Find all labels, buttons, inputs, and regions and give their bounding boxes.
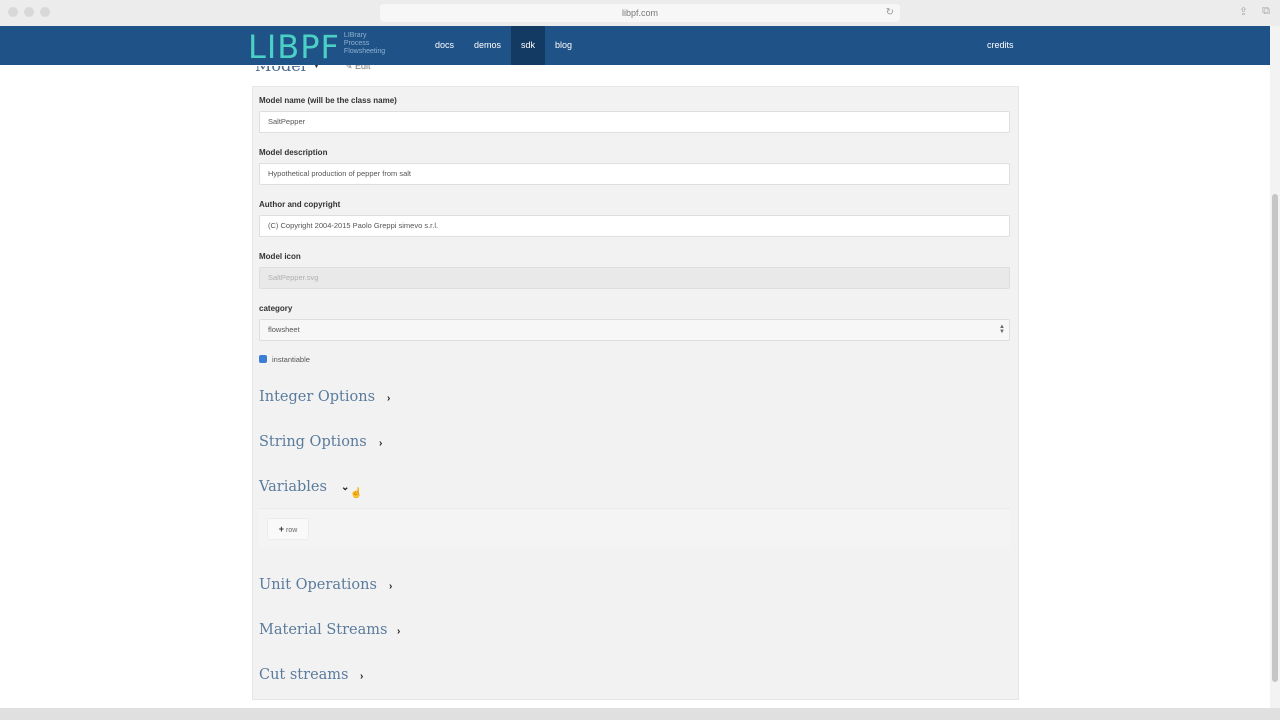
nav-link-sdk[interactable]: sdk bbox=[511, 26, 546, 65]
chevron-right-icon[interactable]: › bbox=[379, 438, 382, 449]
add-row-button[interactable]: + row bbox=[267, 518, 309, 540]
mouse-pointer-icon: ☝ bbox=[350, 488, 363, 499]
model-name-label: Model name (will be the class name) bbox=[259, 96, 397, 105]
chevron-down-icon[interactable]: ⌄ bbox=[341, 482, 349, 493]
site-logo[interactable]: LIBPF LIBrary Process Flowsheeting bbox=[248, 30, 385, 64]
logo-tagline-line-3: Flowsheeting bbox=[343, 48, 386, 55]
model-description-input[interactable]: Hypothetical production of pepper from s… bbox=[259, 163, 1010, 185]
tabs-icon[interactable]: ⧉ bbox=[1262, 5, 1270, 18]
variables-table-area bbox=[259, 508, 1010, 547]
model-name-input[interactable]: SaltPepper bbox=[259, 111, 1010, 133]
model-description-label: Model description bbox=[259, 148, 328, 157]
share-icon[interactable]: ⇪ bbox=[1239, 5, 1248, 18]
logo-tagline-line-1: LIBrary bbox=[343, 32, 367, 39]
nav-link-docs[interactable]: docs bbox=[425, 26, 464, 65]
author-copyright-label: Author and copyright bbox=[259, 200, 341, 209]
chevron-right-icon[interactable]: › bbox=[389, 581, 392, 592]
nav-link-blog[interactable]: blog bbox=[545, 26, 582, 65]
logo-text: LIBPF bbox=[248, 28, 340, 66]
add-row-label: row bbox=[285, 527, 298, 534]
chevron-right-icon[interactable]: › bbox=[387, 393, 390, 404]
category-select-value: flowsheet bbox=[268, 325, 300, 334]
select-arrows-icon: ▲ ▼ bbox=[999, 324, 1005, 335]
nav-link-credits[interactable]: credits bbox=[987, 26, 1014, 65]
chevron-right-icon[interactable]: › bbox=[397, 626, 400, 637]
variables-title: Variables bbox=[259, 479, 327, 495]
instantiable-label: instantiable bbox=[272, 355, 310, 364]
reload-icon[interactable]: ↻ bbox=[886, 4, 894, 22]
integer-options-title: Integer Options bbox=[259, 389, 376, 405]
string-options-title: String Options bbox=[259, 434, 367, 450]
model-icon-label: Model icon bbox=[259, 252, 301, 261]
window-controls bbox=[8, 7, 50, 17]
chevron-right-icon[interactable]: › bbox=[360, 671, 363, 682]
window-minimize-button[interactable] bbox=[24, 7, 34, 17]
instantiable-checkbox[interactable] bbox=[259, 355, 267, 363]
unit-operations-title: Unit Operations bbox=[259, 577, 377, 593]
model-icon-input: SaltPepper.svg bbox=[259, 267, 1010, 289]
window-bottom-edge bbox=[0, 708, 1280, 720]
nav-links: docs demos sdk blog bbox=[425, 26, 582, 65]
logo-tagline-line-2: Process bbox=[343, 40, 370, 47]
page-scrollbar[interactable] bbox=[1270, 26, 1280, 708]
category-label: category bbox=[259, 304, 293, 313]
window-close-button[interactable] bbox=[8, 7, 18, 17]
material-streams-title: Material Streams bbox=[259, 622, 388, 638]
nav-link-demos[interactable]: demos bbox=[464, 26, 511, 65]
author-copyright-input[interactable]: (C) Copyright 2004-2015 Paolo Greppi sim… bbox=[259, 215, 1010, 237]
scrollbar-thumb[interactable] bbox=[1272, 194, 1278, 682]
browser-toolbar: libpf.com ↻ ⇪ ⧉ bbox=[0, 0, 1280, 27]
address-bar[interactable]: libpf.com ↻ bbox=[380, 4, 900, 22]
site-navbar bbox=[0, 26, 1270, 65]
browser-right-icons: ⇪ ⧉ bbox=[1239, 5, 1270, 18]
address-bar-url: libpf.com bbox=[621, 8, 658, 18]
category-select[interactable]: flowsheet ▲ ▼ bbox=[259, 319, 1010, 341]
window-zoom-button[interactable] bbox=[40, 7, 50, 17]
cut-streams-title: Cut streams bbox=[259, 667, 349, 683]
logo-tagline: LIBrary Process Flowsheeting bbox=[344, 32, 385, 56]
plus-icon: + bbox=[278, 524, 284, 534]
